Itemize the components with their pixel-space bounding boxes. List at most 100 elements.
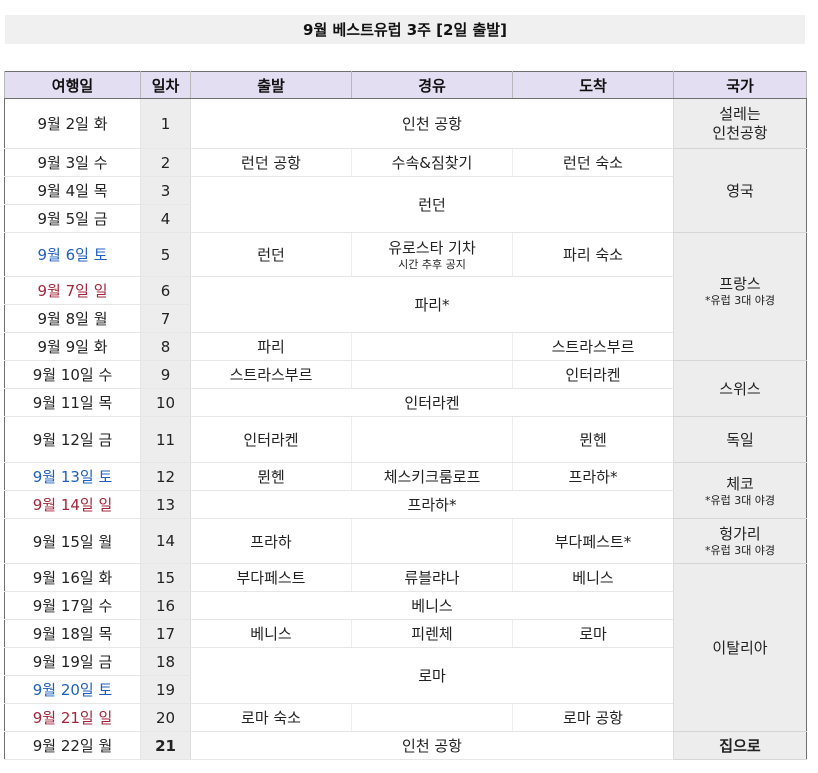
country-note: *유럽 3대 야경	[704, 294, 776, 307]
arrive-cell: 로마	[512, 619, 674, 648]
depart-cell: 프라하	[190, 518, 352, 564]
arrive-cell: 로마 공항	[512, 703, 674, 732]
country-label: 헝가리	[719, 525, 761, 543]
arrive-cell: 부다페스트*	[512, 518, 674, 564]
depart-cell: 부다페스트	[190, 563, 352, 592]
date-cell: 9월 17일 수	[4, 591, 141, 620]
day-cell: 18	[140, 647, 191, 676]
route-cell: 파리*	[190, 276, 674, 333]
day-cell: 19	[140, 675, 191, 704]
day-cell: 1	[140, 98, 191, 149]
depart-cell: 런던	[190, 232, 352, 277]
header-country: 국가	[673, 71, 807, 99]
table-row: 9월 2일 화 1 인천 공항 설레는 인천공항	[4, 98, 807, 149]
date-cell: 9월 13일 토	[4, 462, 141, 491]
via-cell: 수속&짐찾기	[351, 148, 513, 177]
date-cell: 9월 2일 화	[4, 98, 141, 149]
depart-cell: 스트라스부르	[190, 360, 352, 389]
route-cell: 인천 공항	[190, 731, 674, 760]
day-cell: 5	[140, 232, 191, 277]
table-row: 9월 12일 금 11 인터라켄 뮌헨 독일	[4, 416, 807, 463]
day-cell: 8	[140, 332, 191, 361]
day-cell: 11	[140, 416, 191, 463]
header-via: 경유	[351, 71, 513, 99]
via-cell: 체스키크룸로프	[351, 462, 513, 491]
arrive-cell: 파리 숙소	[512, 232, 674, 277]
itinerary-table: 여행일 일차 출발 경유 도착 국가 9월 2일 화 1 인천 공항 설레는 인…	[4, 71, 807, 760]
via-cell: 유로스타 기차 시간 추후 공지	[351, 232, 513, 277]
date-cell: 9월 15일 월	[4, 518, 141, 564]
depart-cell: 로마 숙소	[190, 703, 352, 732]
country-cell: 집으로	[673, 731, 807, 760]
via-cell	[351, 416, 513, 463]
day-cell: 16	[140, 591, 191, 620]
via-cell	[351, 703, 513, 732]
header-arrive: 도착	[512, 71, 674, 99]
day-cell: 4	[140, 204, 191, 233]
day-cell: 14	[140, 518, 191, 564]
day-cell: 3	[140, 176, 191, 205]
depart-cell: 뮌헨	[190, 462, 352, 491]
via-cell	[351, 518, 513, 564]
country-label: 프랑스	[719, 275, 761, 293]
route-cell: 런던	[190, 176, 674, 233]
country-note: *유럽 3대 야경	[704, 493, 776, 507]
depart-cell: 인터라켄	[190, 416, 352, 463]
date-cell: 9월 7일 일	[4, 276, 141, 305]
header-row: 여행일 일차 출발 경유 도착 국가	[4, 71, 807, 99]
arrive-cell: 인터라켄	[512, 360, 674, 389]
header-depart: 출발	[190, 71, 352, 99]
day-cell: 2	[140, 148, 191, 177]
route-cell: 프라하*	[190, 490, 674, 519]
table-row: 9월 3일 수 2 런던 공항 수속&짐찾기 런던 숙소 영국	[4, 148, 807, 233]
header-day: 일차	[140, 71, 191, 99]
depart-cell: 베니스	[190, 619, 352, 648]
date-cell: 9월 16일 화	[4, 563, 141, 592]
day-cell: 9	[140, 360, 191, 389]
route-cell: 베니스	[190, 591, 674, 620]
via-cell	[351, 360, 513, 389]
date-cell: 9월 11일 목	[4, 388, 141, 417]
country-cell: 영국	[673, 148, 807, 233]
country-note: *유럽 3대 야경	[704, 544, 776, 557]
date-cell: 9월 5일 금	[4, 204, 141, 233]
day-cell: 21	[140, 731, 191, 760]
page-title: 9월 베스트유럽 3주 [2일 출발]	[5, 15, 805, 44]
table-row: 9월 10일 수 9 스트라스부르 인터라켄 스위스	[4, 360, 807, 417]
date-cell: 9월 9일 화	[4, 332, 141, 361]
day-cell: 6	[140, 276, 191, 305]
date-cell: 9월 12일 금	[4, 416, 141, 463]
via-note: 시간 추후 공지	[398, 257, 466, 271]
table-row: 9월 16일 화 15 부다페스트 류블랴나 베니스 이탈리아	[4, 563, 807, 732]
date-cell: 9월 4일 목	[4, 176, 141, 205]
country-cell: 헝가리 *유럽 3대 야경	[673, 518, 807, 564]
country-cell: 체코 *유럽 3대 야경	[673, 462, 807, 519]
table-row: 9월 6일 토 5 런던 유로스타 기차 시간 추후 공지 파리 숙소 프랑스 …	[4, 232, 807, 361]
arrive-cell: 뮌헨	[512, 416, 674, 463]
date-cell: 9월 22일 월	[4, 731, 141, 760]
country-label: 체코	[726, 474, 754, 493]
arrive-cell: 베니스	[512, 563, 674, 592]
date-cell: 9월 6일 토	[4, 232, 141, 277]
country-cell: 설레는 인천공항	[673, 98, 807, 149]
route-cell: 인터라켄	[190, 388, 674, 417]
country-label: 설레는	[719, 104, 761, 123]
depart-cell: 런던 공항	[190, 148, 352, 177]
date-cell: 9월 21일 일	[4, 703, 141, 732]
day-cell: 20	[140, 703, 191, 732]
country-cell: 이탈리아	[673, 563, 807, 732]
day-cell: 13	[140, 490, 191, 519]
day-cell: 15	[140, 563, 191, 592]
day-cell: 7	[140, 304, 191, 333]
country-label: 인천공항	[712, 123, 768, 142]
arrive-cell: 런던 숙소	[512, 148, 674, 177]
date-cell: 9월 19일 금	[4, 647, 141, 676]
date-cell: 9월 10일 수	[4, 360, 141, 389]
date-cell: 9월 3일 수	[4, 148, 141, 177]
date-cell: 9월 14일 일	[4, 490, 141, 519]
depart-cell: 파리	[190, 332, 352, 361]
route-cell: 인천 공항	[190, 98, 674, 149]
day-cell: 10	[140, 388, 191, 417]
table-row: 9월 15일 월 14 프라하 부다페스트* 헝가리 *유럽 3대 야경	[4, 518, 807, 564]
table-row: 9월 22일 월 21 인천 공항 집으로	[4, 731, 807, 760]
